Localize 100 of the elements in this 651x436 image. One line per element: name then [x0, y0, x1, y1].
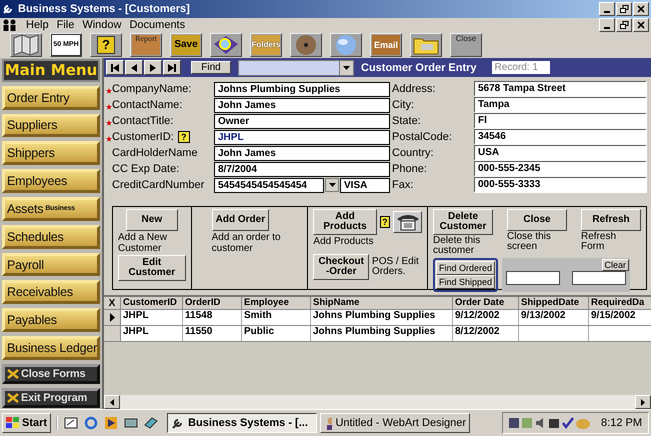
checkout-order-button[interactable]: Checkout -Order — [313, 254, 370, 280]
previous-record-button[interactable] — [125, 60, 143, 75]
clear-button[interactable]: Clear — [602, 259, 630, 271]
last-record-button[interactable] — [163, 60, 181, 75]
find-button[interactable]: Find — [191, 61, 231, 74]
column-header[interactable]: ShippedDate — [519, 297, 589, 309]
first-icon — [111, 64, 119, 72]
menu-item[interactable]: Window — [82, 19, 122, 31]
people-icon — [2, 19, 18, 31]
column-header[interactable]: OrderID — [183, 297, 242, 309]
text-field[interactable]: 8/7/2004 — [214, 162, 390, 176]
field-label: CardHolderName — [112, 147, 198, 159]
field-label: Country: — [392, 147, 435, 159]
sidebar-item[interactable]: Order Entry — [2, 86, 100, 110]
next-record-button[interactable] — [144, 60, 162, 75]
taskbar-task[interactable]: Business Systems - [... — [167, 413, 318, 433]
find-ordered-button[interactable]: Find Ordered — [436, 261, 496, 275]
field-label: PostalCode: — [392, 131, 453, 143]
sidebar-item[interactable]: Payroll — [2, 252, 100, 276]
text-field[interactable]: 5678 Tampa Street — [474, 81, 647, 97]
window-title: Business Systems - [Customers] — [18, 3, 191, 15]
menu-item[interactable]: File — [56, 19, 74, 31]
dropdown-button[interactable] — [325, 178, 339, 192]
close-button[interactable] — [633, 2, 649, 16]
column-header[interactable]: CustomerID — [121, 297, 183, 309]
first-record-button[interactable] — [106, 60, 124, 75]
column-header[interactable]: Order Date — [453, 297, 519, 309]
restore-button[interactable] — [616, 2, 632, 16]
text-field[interactable]: Owner — [214, 114, 390, 128]
text-field[interactable]: 34546 — [474, 129, 647, 145]
map-icon — [12, 34, 40, 56]
text-field[interactable]: 5454545454545454 — [214, 178, 324, 192]
column-header[interactable]: RequiredDa — [589, 297, 651, 309]
text-field[interactable]: 000-555-3333 — [474, 177, 647, 193]
column-header[interactable]: ShipName — [311, 297, 453, 309]
find-combo[interactable] — [238, 60, 354, 76]
toolbar-button[interactable] — [10, 33, 42, 57]
add-products-button[interactable]: Add Products — [313, 209, 377, 235]
description-text: Delete this customer — [433, 236, 482, 256]
add-order-button[interactable]: Add Order — [212, 209, 270, 231]
refresh-button[interactable]: Refresh — [581, 209, 641, 231]
close-button[interactable] — [633, 18, 649, 32]
text-field[interactable]: USA — [474, 145, 647, 161]
text-field[interactable]: John James — [214, 146, 390, 160]
description-text: Add Products — [313, 236, 374, 247]
help-button[interactable]: ? — [178, 131, 190, 143]
sidebar-item[interactable]: Shippers — [2, 141, 100, 166]
sidebar-item[interactable]: Exit Program — [2, 388, 100, 408]
edit-customer-button[interactable]: Edit Customer — [118, 255, 186, 281]
table-cell: 9/12/2002 — [453, 310, 519, 325]
find-shipped-button[interactable]: Find Shipped — [436, 275, 496, 289]
input-field[interactable] — [506, 271, 560, 285]
sidebar-item[interactable]: Assets $^{Business}$ — [2, 197, 100, 221]
table-row[interactable]: JHPL 11548 Smith Johns Plumbing Supplies 9/12/2002 9/13/2002 9/15/2002 — [104, 310, 651, 326]
new-button[interactable]: New — [126, 209, 178, 231]
toolbar-button[interactable]: ? — [90, 33, 122, 57]
toolbar-button[interactable] — [330, 33, 362, 57]
field-label: CC Exp Date: — [112, 163, 180, 175]
delete-customer-button[interactable]: Delete Customer — [433, 209, 493, 235]
menu-item[interactable]: Documents — [129, 19, 186, 31]
toolbar-button[interactable] — [290, 33, 322, 57]
table-cell: 8/12/2002 — [453, 326, 519, 341]
menu-item[interactable]: Help — [26, 19, 49, 31]
sidebar-item[interactable]: Payables — [2, 308, 100, 332]
start-button[interactable]: Start — [2, 413, 52, 433]
text-field[interactable]: JHPL — [214, 130, 390, 144]
horizontal-scrollbar[interactable] — [104, 395, 651, 409]
toolbar-button[interactable] — [410, 33, 442, 57]
minimize-button[interactable] — [599, 2, 615, 16]
close-form-button[interactable]: Close — [507, 209, 567, 231]
text-field[interactable]: 000-555-2345 — [474, 161, 647, 177]
text-field[interactable]: Tampa — [474, 97, 647, 113]
phone-button[interactable] — [393, 211, 422, 233]
sidebar-item[interactable]: Receivables — [2, 280, 100, 304]
toolbar-button[interactable] — [210, 33, 242, 57]
text-field[interactable]: Fl — [474, 113, 647, 129]
record-field: Record: 1 — [492, 61, 550, 74]
sidebar-item[interactable]: Employees — [2, 169, 100, 193]
column-header[interactable]: Employee — [242, 297, 311, 309]
x-mark-icon — [7, 368, 19, 379]
text-field[interactable]: Johns Plumbing Supplies — [214, 82, 390, 96]
sidebar-item[interactable]: Close Forms — [2, 364, 100, 384]
description-text: Close this screen — [507, 232, 552, 252]
text-field[interactable]: John James — [214, 98, 390, 112]
text-field[interactable]: VISA — [340, 178, 390, 192]
wrench-icon — [2, 3, 14, 15]
desktop-icon — [64, 416, 78, 430]
sidebar-item[interactable]: Business Ledger — [2, 336, 100, 360]
table-row[interactable]: JHPL 11550 Public Johns Plumbing Supplies 8/12/2002 — [104, 326, 651, 342]
table-cell: Johns Plumbing Supplies — [311, 326, 453, 341]
restore-button[interactable] — [616, 18, 632, 32]
sidebar-item[interactable]: Schedules — [2, 224, 100, 249]
taskbar-task[interactable]: Untitled - WebArt Designer — [320, 413, 470, 433]
help-button[interactable]: ? — [380, 216, 390, 228]
row-selector[interactable] — [104, 310, 121, 325]
description-text: POS / Edit Orders. — [372, 257, 420, 277]
minimize-button[interactable] — [599, 18, 615, 32]
input-field[interactable] — [572, 271, 626, 285]
sidebar-item[interactable]: Suppliers — [2, 114, 100, 138]
field-label: CreditCardNumber — [112, 179, 204, 191]
